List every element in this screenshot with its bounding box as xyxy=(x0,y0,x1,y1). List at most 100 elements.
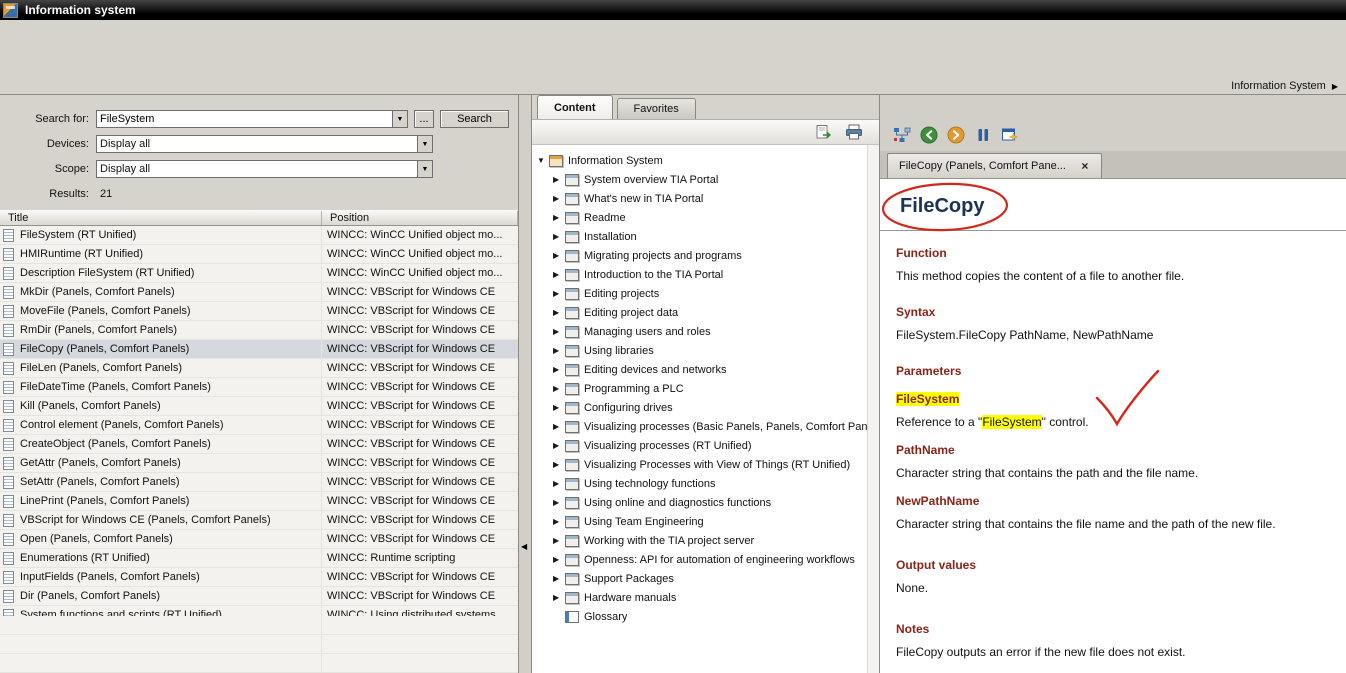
table-row[interactable]: Description FileSystem (RT Unified) WINC… xyxy=(0,264,518,283)
chevron-down-icon[interactable]: ▼ xyxy=(417,136,432,152)
table-row[interactable]: Enumerations (RT Unified) WINCC: Runtime… xyxy=(0,549,518,568)
result-title-cell: MoveFile (Panels, Comfort Panels) xyxy=(0,302,322,320)
tree-item[interactable]: Information System xyxy=(532,151,867,170)
table-row[interactable]: SetAttr (Panels, Comfort Panels) WINCC: … xyxy=(0,473,518,492)
table-row[interactable]: RmDir (Panels, Comfort Panels) WINCC: VB… xyxy=(0,321,518,340)
table-row[interactable]: Open (Panels, Comfort Panels) WINCC: VBS… xyxy=(0,530,518,549)
tree-item[interactable]: Support Packages xyxy=(532,569,867,588)
browse-button[interactable]: ... xyxy=(414,110,434,128)
tab-favorites[interactable]: Favorites xyxy=(617,98,696,119)
tree-item[interactable]: What's new in TIA Portal xyxy=(532,189,867,208)
expand-arrow-icon[interactable] xyxy=(553,517,564,526)
chevron-down-icon[interactable]: ▼ xyxy=(417,161,432,177)
expand-arrow-icon[interactable] xyxy=(553,346,564,355)
column-header-title[interactable]: Title xyxy=(0,211,322,225)
tree-item[interactable]: Using technology functions xyxy=(532,474,867,493)
tree-item[interactable]: Configuring drives xyxy=(532,398,867,417)
table-row[interactable]: Dir (Panels, Comfort Panels) WINCC: VBSc… xyxy=(0,587,518,606)
table-row[interactable]: VBScript for Windows CE (Panels, Comfort… xyxy=(0,511,518,530)
table-row[interactable]: LinePrint (Panels, Comfort Panels) WINCC… xyxy=(0,492,518,511)
tree-item[interactable]: System overview TIA Portal xyxy=(532,170,867,189)
expand-arrow-icon[interactable] xyxy=(553,175,564,184)
expand-arrow-icon[interactable] xyxy=(553,213,564,222)
table-row[interactable]: Control element (Panels, Comfort Panels)… xyxy=(0,416,518,435)
table-row[interactable]: GetAttr (Panels, Comfort Panels) WINCC: … xyxy=(0,454,518,473)
expand-arrow-icon[interactable] xyxy=(553,593,564,602)
tab-content[interactable]: Content xyxy=(537,95,613,119)
forward-icon[interactable] xyxy=(947,126,965,144)
devices-combobox[interactable]: Display all ▼ xyxy=(96,135,433,153)
tree-item[interactable]: Editing devices and networks xyxy=(532,360,867,379)
close-icon[interactable] xyxy=(1078,159,1092,173)
print-icon[interactable] xyxy=(845,124,863,140)
table-row[interactable]: MoveFile (Panels, Comfort Panels) WINCC:… xyxy=(0,302,518,321)
tree-item[interactable]: Glossary xyxy=(532,607,867,626)
tree-scrollbar[interactable] xyxy=(867,145,879,673)
search-button[interactable]: Search xyxy=(440,110,509,128)
table-row[interactable]: CreateObject (Panels, Comfort Panels) WI… xyxy=(0,435,518,454)
expand-arrow-icon[interactable] xyxy=(553,232,564,241)
expand-arrow-icon[interactable] xyxy=(553,251,564,260)
tree-item[interactable]: Openness: API for automation of engineer… xyxy=(532,550,867,569)
tree-item[interactable]: Editing projects xyxy=(532,284,867,303)
expand-arrow-icon[interactable] xyxy=(553,536,564,545)
table-row[interactable]: MkDir (Panels, Comfort Panels) WINCC: VB… xyxy=(0,283,518,302)
expand-arrow-icon[interactable] xyxy=(553,441,564,450)
tree-item[interactable]: Installation xyxy=(532,227,867,246)
search-input[interactable] xyxy=(97,111,392,127)
search-combobox[interactable]: ▼ xyxy=(96,110,408,128)
table-row[interactable]: FileDateTime (Panels, Comfort Panels) WI… xyxy=(0,378,518,397)
expand-arrow-icon[interactable] xyxy=(553,270,564,279)
tree-item[interactable]: Editing project data xyxy=(532,303,867,322)
open-topic-icon[interactable] xyxy=(815,124,833,140)
table-row[interactable]: InputFields (Panels, Comfort Panels) WIN… xyxy=(0,568,518,587)
expand-arrow-icon[interactable] xyxy=(553,327,564,336)
expand-arrow-icon[interactable] xyxy=(537,156,548,165)
tree-item[interactable]: Working with the TIA project server xyxy=(532,531,867,550)
table-row[interactable]: HMIRuntime (RT Unified) WINCC: WinCC Uni… xyxy=(0,245,518,264)
panel-scrollbar[interactable]: ◀ xyxy=(519,95,532,673)
expand-arrow-icon[interactable] xyxy=(553,384,564,393)
tree-item[interactable]: Using online and diagnostics functions xyxy=(532,493,867,512)
expand-arrow-icon[interactable] xyxy=(553,194,564,203)
tree-item[interactable]: Using Team Engineering xyxy=(532,512,867,531)
expand-arrow-icon[interactable] xyxy=(553,555,564,564)
expand-arrow-icon[interactable] xyxy=(553,479,564,488)
table-row[interactable]: FileCopy (Panels, Comfort Panels) WINCC:… xyxy=(0,340,518,359)
expand-arrow-icon[interactable] xyxy=(553,574,564,583)
table-row[interactable]: FileSystem (RT Unified) WINCC: WinCC Uni… xyxy=(0,226,518,245)
tree-item[interactable]: Readme xyxy=(532,208,867,227)
expand-arrow-icon[interactable] xyxy=(553,403,564,412)
expand-arrow-icon[interactable] xyxy=(553,365,564,374)
back-icon[interactable] xyxy=(920,126,938,144)
tree-item[interactable]: Visualizing processes (Basic Panels, Pan… xyxy=(532,417,867,436)
pause-icon[interactable] xyxy=(974,126,992,144)
sync-contents-icon[interactable] xyxy=(893,126,911,144)
tree-item[interactable]: Programming a PLC xyxy=(532,379,867,398)
result-position: WINCC: VBScript for Windows CE xyxy=(327,590,495,602)
tree-item[interactable]: Hardware manuals xyxy=(532,588,867,607)
expand-arrow-icon[interactable] xyxy=(553,308,564,317)
tree-item[interactable]: Managing users and roles xyxy=(532,322,867,341)
tree-item[interactable]: Visualizing processes (RT Unified) xyxy=(532,436,867,455)
scope-combobox[interactable]: Display all ▼ xyxy=(96,160,433,178)
collapse-panel-icon[interactable]: ◀ xyxy=(521,542,527,551)
column-header-position[interactable]: Position xyxy=(322,211,518,225)
expand-arrow-icon[interactable] xyxy=(553,289,564,298)
tree-item[interactable]: Introduction to the TIA Portal xyxy=(532,265,867,284)
table-row[interactable]: Kill (Panels, Comfort Panels) WINCC: VBS… xyxy=(0,397,518,416)
tree-item[interactable]: Visualizing Processes with View of Thing… xyxy=(532,455,867,474)
table-row[interactable]: FileLen (Panels, Comfort Panels) WINCC: … xyxy=(0,359,518,378)
tree-item[interactable]: Migrating projects and programs xyxy=(532,246,867,265)
help-tab[interactable]: FileCopy (Panels, Comfort Pane... xyxy=(887,153,1102,178)
breadcrumb-item[interactable]: Information System xyxy=(1231,80,1326,92)
table-row[interactable]: System functions and scripts (RT Unified… xyxy=(0,606,518,616)
book-icon xyxy=(565,459,579,471)
topic-icon xyxy=(3,381,14,394)
expand-arrow-icon[interactable] xyxy=(553,460,564,469)
favorites-window-icon[interactable] xyxy=(1001,126,1019,144)
expand-arrow-icon[interactable] xyxy=(553,498,564,507)
chevron-down-icon[interactable]: ▼ xyxy=(392,111,407,127)
expand-arrow-icon[interactable] xyxy=(553,422,564,431)
tree-item[interactable]: Using libraries xyxy=(532,341,867,360)
